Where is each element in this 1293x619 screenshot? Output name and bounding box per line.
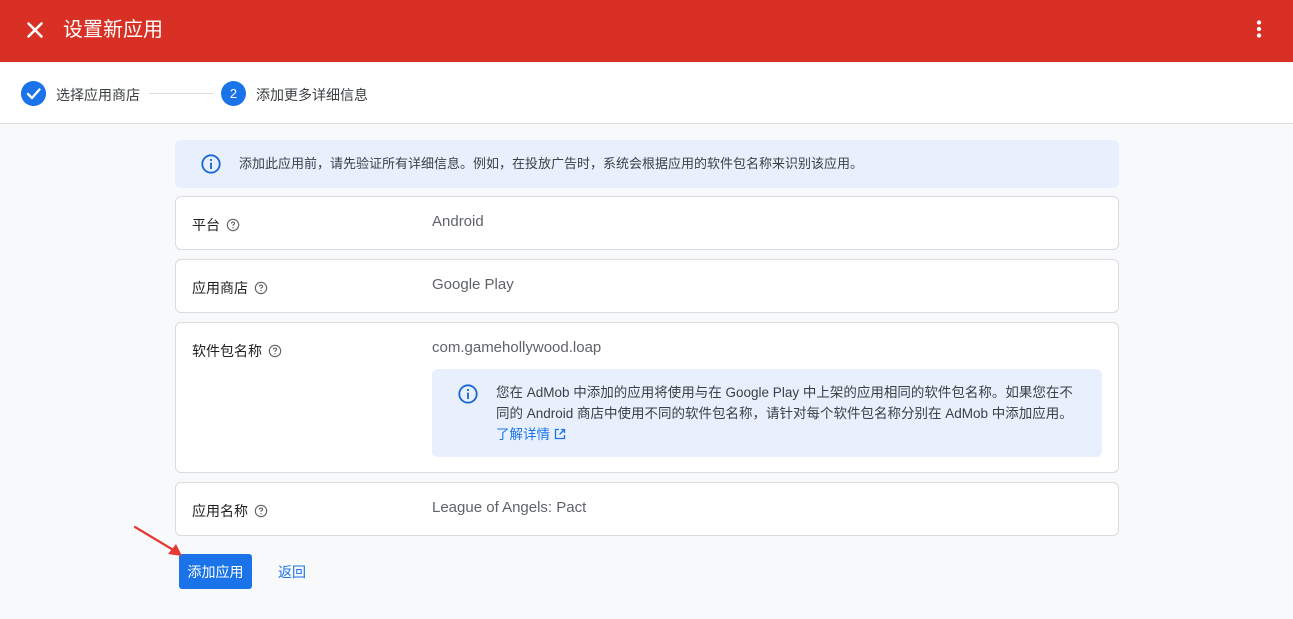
page-title: 设置新应用: [63, 19, 163, 41]
package-info-note: 您在 AdMob 中添加的应用将使用与在 Google Play 中上架的应用相…: [432, 369, 1102, 457]
back-link[interactable]: 返回: [278, 564, 306, 580]
help-icon[interactable]: [268, 344, 282, 358]
info-banner-text: 添加此应用前，请先验证所有详细信息。例如，在投放广告时，系统会根据应用的软件包名…: [239, 156, 864, 171]
info-icon: [458, 384, 478, 404]
store-label-text: 应用商店: [192, 280, 248, 296]
platform-card: 平台 Android: [175, 196, 1119, 250]
app-name-label: 应用名称: [192, 502, 268, 520]
step-number-badge: 2: [221, 81, 246, 106]
platform-label-text: 平台: [192, 217, 220, 233]
learn-more-link[interactable]: 了解详情: [496, 427, 566, 442]
app-name-value: League of Angels: Pact: [432, 499, 587, 516]
package-value: com.gamehollywood.loap: [432, 339, 602, 356]
package-info-text: 您在 AdMob 中添加的应用将使用与在 Google Play 中上架的应用相…: [496, 382, 1086, 445]
annotation-arrow-icon: [133, 525, 182, 556]
info-banner: 添加此应用前，请先验证所有详细信息。例如，在投放广告时，系统会根据应用的软件包名…: [175, 140, 1119, 188]
platform-value: Android: [432, 213, 484, 230]
app-name-label-text: 应用名称: [192, 503, 248, 519]
external-link-icon: [554, 428, 566, 440]
help-icon[interactable]: [254, 281, 268, 295]
step-connector: [149, 93, 213, 94]
store-label: 应用商店: [192, 279, 268, 297]
store-card: 应用商店 Google Play: [175, 259, 1119, 313]
learn-more-label: 了解详情: [496, 427, 550, 442]
help-icon[interactable]: [254, 504, 268, 518]
step-label-add-details: 添加更多详细信息: [256, 87, 368, 103]
more-vert-icon[interactable]: [1246, 16, 1272, 42]
platform-label: 平台: [192, 216, 240, 234]
check-icon: [21, 81, 46, 106]
help-icon[interactable]: [226, 218, 240, 232]
store-value: Google Play: [432, 276, 514, 293]
info-icon: [201, 154, 221, 174]
close-icon[interactable]: [22, 17, 48, 43]
app-name-card: 应用名称 League of Angels: Pact: [175, 482, 1119, 536]
package-label-text: 软件包名称: [192, 343, 262, 359]
app-header: 设置新应用: [0, 0, 1293, 62]
stepper: 选择应用商店 2 添加更多详细信息: [0, 62, 1293, 124]
step-label-select-store: 选择应用商店: [56, 87, 140, 103]
package-card: 软件包名称 com.gamehollywood.loap 您在 AdMob 中添…: [175, 322, 1119, 473]
package-info-body: 您在 AdMob 中添加的应用将使用与在 Google Play 中上架的应用相…: [496, 385, 1073, 421]
package-label: 软件包名称: [192, 342, 282, 360]
